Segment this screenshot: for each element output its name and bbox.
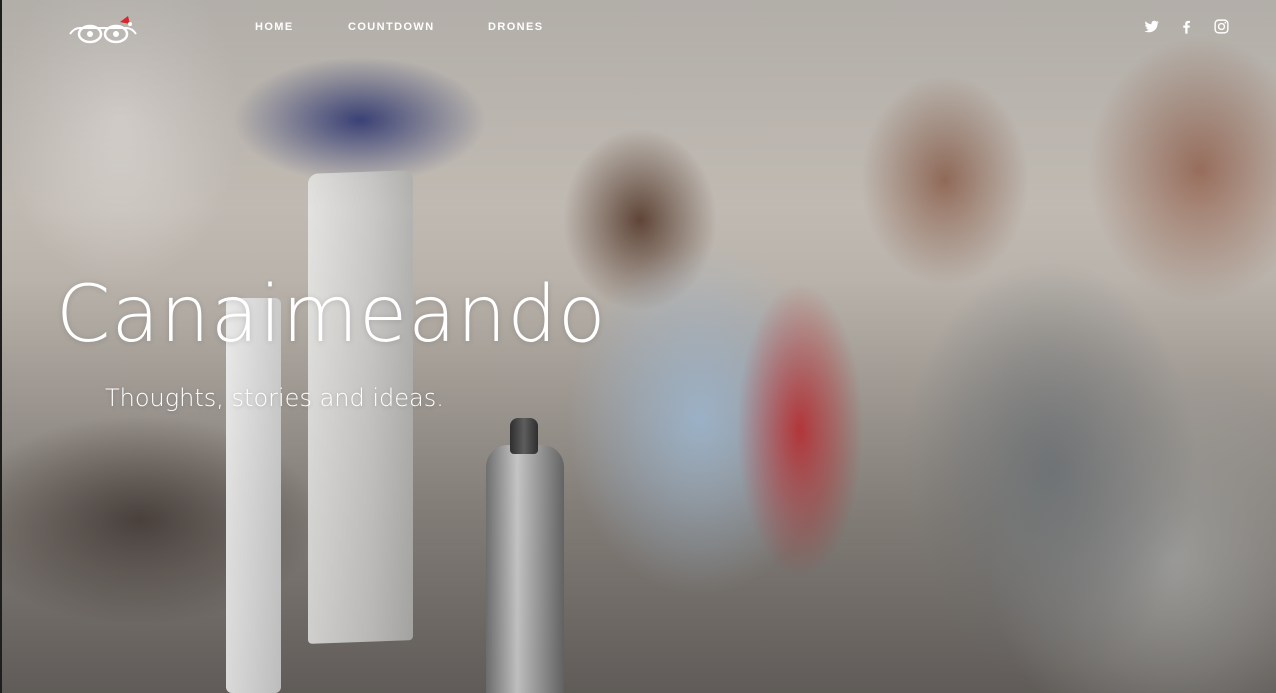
twitter-icon[interactable] — [1143, 18, 1160, 35]
nav-item-home[interactable]: HOME — [255, 21, 294, 33]
nav-item-drones[interactable]: DRONES — [488, 21, 543, 33]
site-title: Canaimeando — [56, 270, 607, 360]
social-links — [1143, 18, 1230, 35]
hero-section: HOME COUNTDOWN DRONES Canaimeando Though… — [0, 0, 1276, 693]
nav-item-countdown[interactable]: COUNTDOWN — [348, 21, 435, 33]
window-edge — [0, 0, 2, 693]
site-logo[interactable] — [68, 16, 138, 46]
site-tagline: Thoughts, stories and ideas. — [105, 384, 444, 412]
glasses-santa-hat-logo-icon — [69, 16, 137, 44]
facebook-icon[interactable] — [1178, 18, 1195, 35]
instagram-icon[interactable] — [1213, 18, 1230, 35]
